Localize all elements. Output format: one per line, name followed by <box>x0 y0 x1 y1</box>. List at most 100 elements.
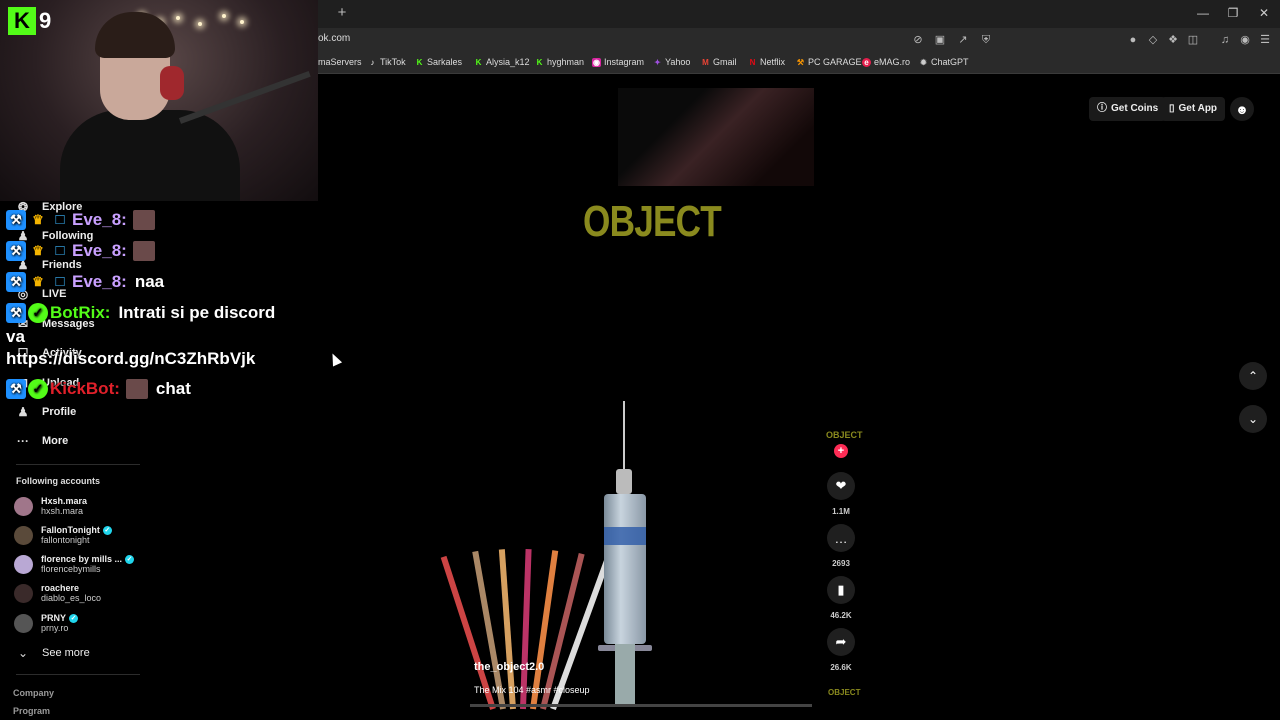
previous-video-button[interactable]: ⌃ <box>1239 362 1267 390</box>
verified-icon: ✓ <box>69 613 79 623</box>
following-accounts-title: Following accounts <box>16 476 101 486</box>
footer-link-program[interactable]: Program <box>13 706 50 716</box>
no-translate-icon[interactable]: ⊘ <box>910 32 926 48</box>
emote-icon <box>132 241 155 261</box>
bookmark-item[interactable]: ✹ ChatGPT <box>919 57 968 67</box>
extension-icon[interactable]: ● <box>1125 32 1141 48</box>
bookmark-item[interactable]: ✦ Yahoo <box>653 57 690 67</box>
crown-badge-icon: ♛ <box>32 212 44 227</box>
puzzle-icon[interactable]: ❖ <box>1165 32 1181 48</box>
get-app-button[interactable]: ▯ Get App <box>1161 97 1226 121</box>
comment-button[interactable]: … <box>827 524 855 552</box>
shield-icon[interactable]: ⛨ <box>978 32 994 48</box>
following-account[interactable]: roachere diablo_es_loco <box>14 580 101 606</box>
video-frame-top <box>618 88 814 186</box>
sidebar-item-more[interactable]: ··· More <box>16 434 68 448</box>
share-arrow-icon: ➦ <box>835 634 847 649</box>
bookmark-item[interactable]: ♪ TikTok <box>368 57 406 67</box>
share-count: 26.6K <box>830 663 852 672</box>
chevron-down-icon: ⌄ <box>17 646 29 660</box>
sidebar-item-profile[interactable]: ♟ Profile <box>16 405 77 419</box>
music-icon[interactable]: ♫ <box>1217 32 1233 48</box>
video-title-overlay: OBJECT <box>583 197 722 246</box>
syringe-liquid <box>604 527 646 545</box>
mod-badge-icon: ⚒ <box>6 379 26 399</box>
mod-badge-icon: ⚒ <box>6 303 26 323</box>
sidebar-divider <box>16 674 140 675</box>
following-account[interactable]: PRNY ✓ prny.ro <box>14 610 79 636</box>
chat-message: ⚒ ✓ BotRix: Intrati si pe discord <box>6 303 275 323</box>
mic-arm <box>178 70 311 124</box>
gmail-icon: M <box>702 57 709 67</box>
share-button[interactable]: ➦ <box>827 628 855 656</box>
get-coins-button[interactable]: ⓘ Get Coins <box>1089 97 1167 121</box>
more-icon: ··· <box>17 434 29 448</box>
video-caption: The Mix 104 #asmr #closeup <box>474 685 590 695</box>
minimize-button[interactable]: — <box>1194 5 1212 21</box>
syringe-barrel <box>604 494 646 644</box>
chat-message: ⚒ ♛ □ Eve_8: <box>6 210 155 230</box>
og-badge-icon: □ <box>55 242 65 259</box>
user-avatar-button[interactable]: ☻ <box>1230 97 1254 121</box>
bookmark-icon: ▮ <box>837 582 845 597</box>
bookmark-item[interactable]: ⚒ PC GARAGE <box>796 57 862 67</box>
sidebar-icon[interactable]: ◫ <box>1185 32 1201 48</box>
avatar <box>14 554 33 574</box>
music-disc[interactable]: OBJECT <box>828 688 860 704</box>
bookmark-item[interactable]: e eMAG.ro <box>862 57 910 67</box>
comment-count: 2693 <box>832 559 850 568</box>
verified-icon: ✓ <box>102 525 112 535</box>
kick-icon: K <box>416 57 423 67</box>
mod-badge-icon: ⚒ <box>6 272 26 292</box>
syringe-hub <box>616 469 632 494</box>
next-video-button[interactable]: ⌄ <box>1239 405 1267 433</box>
avatar <box>14 583 33 603</box>
footer-link-company[interactable]: Company <box>13 688 54 698</box>
avatar <box>14 613 33 633</box>
instagram-icon: ◉ <box>592 57 601 67</box>
like-button[interactable]: ❤ <box>827 472 855 500</box>
cast-icon[interactable]: ▣ <box>932 32 948 48</box>
og-badge-icon: □ <box>55 211 65 228</box>
bookmark-item[interactable]: N Netflix <box>748 57 785 67</box>
following-account[interactable]: FallonTonight ✓ fallontonight <box>14 522 112 548</box>
og-badge-icon: □ <box>55 273 65 290</box>
bookmark-item[interactable]: Khyghman <box>535 57 584 67</box>
video-progress-bar[interactable] <box>470 704 812 707</box>
share-icon[interactable]: ↗ <box>955 32 971 48</box>
kick-icon: K <box>536 57 543 67</box>
following-account[interactable]: florence by mills ... ✓ florencebymills <box>14 551 135 577</box>
restore-button[interactable]: ❐ <box>1224 5 1242 21</box>
video-username[interactable]: the_object2.0 <box>474 661 544 673</box>
comment-icon: … <box>834 530 848 546</box>
chat-link[interactable]: https://discord.gg/nC3ZhRbVjk <box>6 349 255 369</box>
pencils-image <box>440 529 611 711</box>
bookmark-item[interactable]: maServers <box>318 57 362 67</box>
bookmark-item[interactable]: M Gmail <box>701 57 736 67</box>
security-icon[interactable]: ◉ <box>1237 32 1253 48</box>
bookmark-item[interactable]: ◉ Instagram <box>592 57 644 67</box>
headset <box>160 66 184 100</box>
kick-logo: K 9 <box>8 7 58 37</box>
chat-message: ⚒ ♛ □ Eve_8: naa <box>6 272 164 292</box>
new-tab-button[interactable]: + <box>334 5 350 21</box>
close-window-button[interactable]: ✕ <box>1255 5 1273 21</box>
verified-badge-icon: ✓ <box>28 379 48 399</box>
save-button[interactable]: ▮ <box>827 576 855 604</box>
wallet-icon[interactable]: ◇ <box>1145 32 1161 48</box>
bookmark-item[interactable]: K Sarkales <box>415 57 462 67</box>
mod-badge-icon: ⚒ <box>6 210 26 230</box>
emag-icon: e <box>862 57 871 67</box>
verified-icon: ✓ <box>125 554 135 564</box>
netflix-icon: N <box>749 57 756 67</box>
following-account[interactable]: Hxsh.mara hxsh.mara <box>14 493 87 519</box>
url-field[interactable]: ok.com <box>318 33 350 44</box>
see-more-button[interactable]: ⌄ See more <box>16 646 90 660</box>
follow-button[interactable]: + <box>834 444 848 458</box>
emote-icon <box>132 210 155 230</box>
save-count: 46.2K <box>830 611 852 620</box>
menu-icon[interactable]: ☰ <box>1257 32 1273 48</box>
chatgpt-icon: ✹ <box>920 57 927 67</box>
phone-icon: ▯ <box>1169 103 1175 114</box>
bookmark-item[interactable]: K Alysia_k12 <box>474 57 530 67</box>
